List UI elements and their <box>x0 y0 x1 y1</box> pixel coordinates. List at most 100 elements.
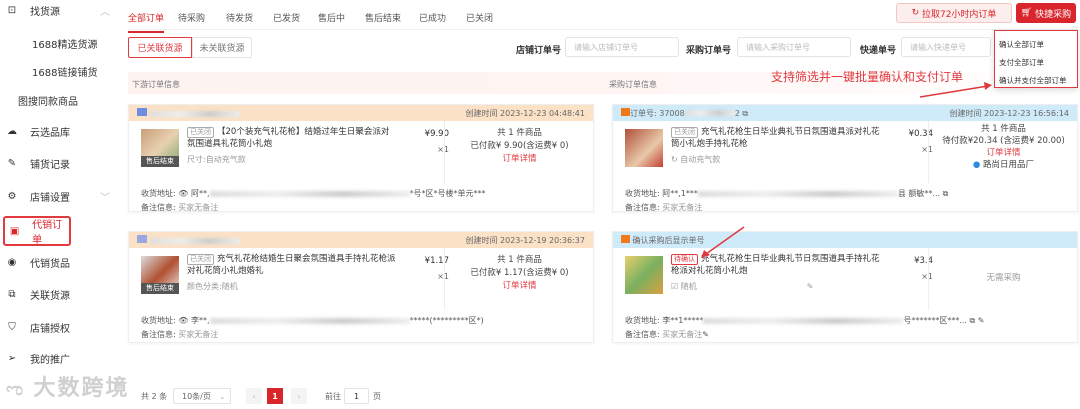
status-tag: 待确认 <box>671 254 698 265</box>
address-block: 收货地址: 李**1***** 号*******区***... ⧉ ✎ 备注信息: … <box>625 316 985 339</box>
quantity: ×1 <box>921 145 933 154</box>
tab-after-sale-end[interactable]: 售后结束 <box>365 11 401 24</box>
quantity: ×1 <box>437 145 449 154</box>
product-image[interactable] <box>625 129 663 167</box>
product-title[interactable]: 已关闭 充气礼花枪结婚生日聚会氛围道具手持礼花枪派对礼花筒小礼炮婚礼 <box>187 253 397 277</box>
address-block: 收货地址: 👁︎ 阿**, *号*区*号楼*单元*** 备注信息: 买家无备注 <box>141 189 486 212</box>
tab-after-sale[interactable]: 售后中 <box>318 11 345 24</box>
downstream-order-title: 下游订单信息 <box>132 80 180 89</box>
sidebar-item-cloud[interactable]: ☁ 云选品库 <box>0 118 120 144</box>
sidebar-item-store-settings[interactable]: ⚙ 店铺设置 ﹀ <box>0 183 120 209</box>
copy-icon[interactable]: ⧉ <box>742 109 748 118</box>
edit-icon: ✎ <box>7 157 17 169</box>
goto-label: 前往 <box>325 391 341 401</box>
menu-confirm-pay-all[interactable]: 确认并支付全部订单 <box>999 72 1073 90</box>
sidebar-item-1688-selected[interactable]: 1688精选货源 <box>0 30 120 56</box>
annotation-text: 支持筛选并一键批量确认和支付订单 <box>771 70 964 84</box>
linked-source-toggle[interactable]: 已关联货源 <box>128 37 192 58</box>
order-summary: 共 1 件商品 已付款¥ 9.90(含运费¥ 0) 订单详情 <box>444 121 594 183</box>
downstream-order-card: 创建时间 2023-12-19 20:36:37 售后结束 已关闭 充气礼花枪结婚… <box>128 231 594 343</box>
product-image[interactable]: 售后结束 <box>141 129 179 167</box>
product-image[interactable]: 售后结束 <box>141 256 179 294</box>
card-header: 创建时间 2023-12-23 04:48:41 <box>129 105 593 121</box>
sidebar-item-records[interactable]: ✎ 铺货记录 <box>0 150 120 176</box>
shop-order-input[interactable]: 请输入店铺订单号 <box>565 37 679 57</box>
edit-icon[interactable]: ✎ <box>702 330 709 339</box>
send-icon: ➢ <box>7 352 17 364</box>
goto-page-input[interactable]: 1 <box>344 388 369 404</box>
edit-icon[interactable]: ✎ <box>807 282 814 291</box>
order-icon: ▣ <box>9 225 20 237</box>
product-image[interactable] <box>625 256 663 294</box>
shop-order-label: 店铺订单号 <box>516 46 562 56</box>
order-summary: 共 1 件商品 待付款¥20.34 (含运费¥ 20.00) 订单详情 ● 路尚日用品… <box>928 121 1078 183</box>
purchase-order-card: 确认采购后显示单号 待确认 充气礼花枪生日毕业典礼节日氛围道具手持礼花枪派对礼花筒… <box>612 231 1078 343</box>
sidebar-item-consign-goods[interactable]: ◉ 代销货品 <box>0 249 120 275</box>
address-block: 收货地址: 👁︎ 李**, *****(*********区*) 备注信息: 买家无… <box>141 316 484 339</box>
chevron-down-icon: ⌄ <box>218 391 226 401</box>
eye-icon[interactable]: 👁︎ <box>178 316 188 325</box>
refresh-icon: ↻ <box>911 8 922 18</box>
product-title[interactable]: 已关闭 充气礼花枪生日毕业典礼节日氛围道具派对礼花筒小礼炮手持礼花枪 <box>671 126 881 150</box>
quick-purchase-menu: 确认全部订单 支付全部订单 确认并支付全部订单 <box>994 30 1078 88</box>
tab-to-purchase[interactable]: 待采购 <box>178 11 205 24</box>
1688-icon <box>621 107 630 116</box>
copy-icon[interactable]: ⧉ <box>943 189 949 198</box>
page-size-select[interactable]: 10条/页 ⌄ <box>173 388 231 404</box>
order-detail-link[interactable]: 订单详情 <box>445 153 594 166</box>
paid-amount: 已付款¥ 9.90(含运费¥ 0) <box>470 141 569 151</box>
sidebar-item-image-search[interactable]: 图搜同款商品 <box>0 87 120 113</box>
sidebar-item-find-source[interactable]: ⊡ 找货源 ︿ <box>0 0 120 23</box>
quick-purchase-button[interactable]: 🛒︎ 快捷采购 <box>1016 3 1076 23</box>
sidebar-item-store-auth[interactable]: ⛉ 店铺授权 <box>0 314 120 340</box>
express-label: 快递单号 <box>860 46 897 56</box>
tab-closed[interactable]: 已关闭 <box>466 11 493 24</box>
sidebar-item-1688-link[interactable]: 1688链接铺货 <box>0 58 120 84</box>
address-block: 收货地址: 阿**,1*** 县 额敏**... ⧉ 备注信息: 买家无备注 <box>625 189 949 212</box>
menu-confirm-all[interactable]: 确认全部订单 <box>999 36 1073 54</box>
tab-all[interactable]: 全部订单 <box>128 11 165 33</box>
order-detail-link[interactable]: 订单详情 <box>445 280 594 293</box>
shield-icon: ⛉ <box>8 321 16 333</box>
purchase-order-label: 采购订单号 <box>686 46 732 56</box>
sidebar-item-consign-orders[interactable]: ▣ 代销订单 <box>3 216 71 246</box>
total-count: 共 2 条 <box>141 391 168 401</box>
page-unit-label: 页 <box>373 391 381 401</box>
edit-icon[interactable]: ✎ <box>978 316 985 325</box>
status-tag: 已关闭 <box>671 127 698 138</box>
supplier-icon: ● <box>972 160 981 170</box>
eye-icon[interactable]: 👁︎ <box>178 189 188 198</box>
price: ¥3.4 <box>914 256 933 266</box>
sidebar-item-promotion[interactable]: ➢ 我的推广 <box>0 345 120 371</box>
purchase-order-input[interactable]: 请输入采购订单号 <box>737 37 851 57</box>
pull-orders-button[interactable]: ↻ 拉取72小时内订单 <box>896 3 1012 23</box>
tab-shipped[interactable]: 已发货 <box>273 11 300 24</box>
page-1-button[interactable]: 1 <box>267 388 283 404</box>
prev-page-button[interactable]: ‹ <box>246 388 262 404</box>
next-page-button[interactable]: › <box>291 388 307 404</box>
product-spec: 尺寸:自动充气款 <box>187 155 246 164</box>
tab-to-ship[interactable]: 待发货 <box>226 11 253 24</box>
menu-pay-all[interactable]: 支付全部订单 <box>999 54 1073 72</box>
order-detail-link[interactable]: 订单详情 <box>929 147 1078 159</box>
express-input[interactable]: 请输入快递单号 <box>901 37 991 57</box>
unlinked-source-toggle[interactable]: 未关联货源 <box>192 37 252 58</box>
watermark: ಌ 大数跨境 <box>6 376 130 401</box>
purchase-order-card: 订单号: 37008 2 ⧉ 创建时间 2023-12-23 16:56:14 已关… <box>612 104 1078 212</box>
product-title[interactable]: 待确认 充气礼花枪生日毕业典礼节日氛围道具手持礼花枪派对礼花筒小礼炮 <box>671 253 881 277</box>
card-header: 创建时间 2023-12-19 20:36:37 <box>129 232 593 248</box>
sidebar-item-linked-source[interactable]: ⧉ 关联货源 <box>0 281 120 307</box>
checkbox-icon[interactable]: ☑ <box>671 282 678 291</box>
store-settings-icon: ⚙ <box>7 190 17 202</box>
cart-icon: 🛒︎ <box>1020 8 1036 18</box>
card-header: 确认采购后显示单号 <box>613 232 1077 248</box>
supplier[interactable]: ● 路尚日用品厂 <box>929 159 1078 171</box>
copy-icon[interactable]: ⧉ <box>970 316 976 325</box>
card-header: 订单号: 37008 2 ⧉ 创建时间 2023-12-23 16:56:14 <box>613 105 1077 121</box>
quantity: ×1 <box>921 272 933 281</box>
downstream-order-card: 创建时间 2023-12-23 04:48:41 售后结束 已关闭 【20个装充气… <box>128 104 594 212</box>
product-title[interactable]: 已关闭 【20个装充气礼花枪】结婚过年生日聚会派对氛围道具礼花筒小礼炮 <box>187 126 397 150</box>
shop-blurred <box>137 108 240 118</box>
price: ¥1.17 <box>424 256 449 266</box>
tab-success[interactable]: 已成功 <box>419 11 446 24</box>
